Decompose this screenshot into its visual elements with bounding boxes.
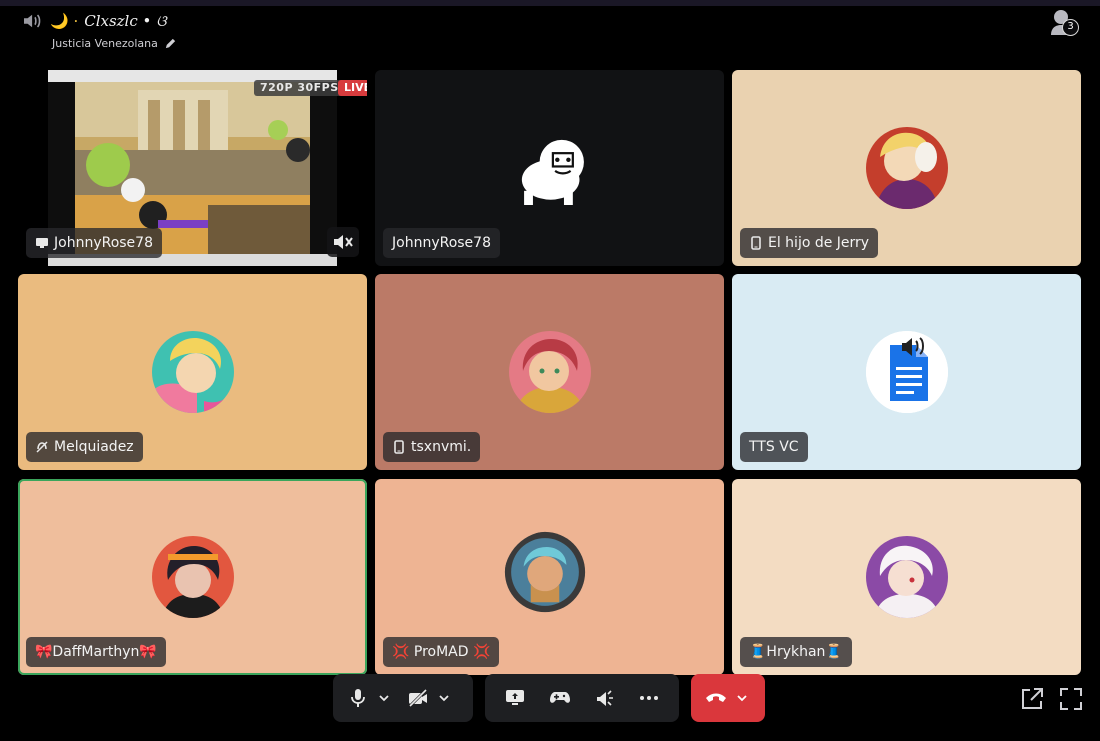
avatar-image	[151, 331, 234, 413]
share-screen-icon	[506, 690, 525, 705]
pencil-icon[interactable]	[164, 37, 177, 50]
activities-button[interactable]	[545, 683, 575, 713]
participant-name-text: 🎀DaffMarthyn🎀	[35, 644, 157, 660]
share-screen-button[interactable]	[500, 683, 530, 713]
participant-name: TTS VC	[740, 432, 808, 462]
participant-tile[interactable]: TTS VC	[732, 274, 1081, 470]
screen-share-icon	[36, 238, 48, 248]
participant-name: Melquiadez	[26, 432, 143, 462]
participant-name: 🧵Hrykhan🧵	[740, 637, 852, 667]
avatar	[508, 331, 591, 413]
participant-name-text: 🧵Hrykhan🧵	[749, 644, 843, 660]
chevron-down-icon	[737, 695, 747, 702]
chevron-down-icon	[439, 695, 449, 702]
participant-name-text: tsxnvmi.	[411, 439, 472, 455]
tts-document-icon	[865, 331, 948, 413]
participant-tile[interactable]: JohnnyRose78	[375, 70, 724, 266]
deafened-icon	[36, 441, 48, 453]
audio-video-controls	[333, 674, 473, 722]
participant-name-text: 💢 ProMAD 💢	[392, 644, 491, 660]
voice-header: 🌙 · 𝐶𝑙𝑥𝑠𝑧𝑙𝑐 • ଓ Justicia Venezolana 3	[0, 0, 1100, 62]
avatar	[513, 131, 587, 205]
participant-name-text: JohnnyRose78	[392, 235, 491, 251]
participant-tile[interactable]: 🎀DaffMarthyn🎀	[18, 479, 367, 675]
stream-tile[interactable]: 720P 30FPS LIVE JohnnyRose78	[18, 70, 367, 266]
hang-up-icon	[706, 693, 726, 702]
participant-name-text: Melquiadez	[54, 439, 134, 455]
channel-title: 🌙 · 𝐶𝑙𝑥𝑠𝑧𝑙𝑐 • ଓ	[50, 10, 166, 32]
participant-count-badge: 3	[1062, 19, 1079, 36]
speaker-icon[interactable]	[22, 12, 44, 30]
dog-avatar-image	[521, 139, 584, 205]
participant-name: JohnnyRose78	[383, 228, 500, 258]
channel-status-text: Justicia Venezolana	[52, 37, 158, 50]
chevron-down-icon	[379, 695, 389, 702]
avatar	[151, 331, 234, 413]
participant-name: El hijo de Jerry	[740, 228, 879, 258]
stream-quality-badge: 720P 30FPS	[254, 80, 345, 96]
channel-status[interactable]: Justicia Venezolana	[52, 37, 177, 50]
participant-name-text: El hijo de Jerry	[768, 235, 870, 251]
participant-name: JohnnyRose78	[26, 228, 162, 258]
channel-emoji: 🌙 ·	[50, 12, 79, 30]
avatar	[151, 536, 234, 618]
speaker-muted-icon	[334, 235, 353, 249]
stream-volume-button[interactable]	[327, 227, 359, 257]
more-dots-icon	[639, 696, 658, 700]
avatar-image	[151, 536, 234, 618]
activity-controls	[485, 674, 679, 722]
mobile-icon	[751, 236, 761, 250]
avatar	[504, 531, 596, 623]
camera-off-icon	[408, 688, 428, 708]
avatar-image	[504, 531, 585, 613]
end-call-button[interactable]	[691, 674, 765, 722]
participant-name-text: TTS VC	[749, 439, 799, 455]
channel-name: 𝐶𝑙𝑥𝑠𝑧𝑙𝑐 • ଓ	[84, 12, 167, 30]
avatar	[865, 127, 948, 209]
camera-button[interactable]	[403, 683, 433, 713]
avatar-image	[865, 536, 948, 618]
participant-tile[interactable]: Melquiadez	[18, 274, 367, 470]
participant-tile[interactable]: El hijo de Jerry	[732, 70, 1081, 266]
microphone-options-button[interactable]	[373, 683, 395, 713]
microphone-icon	[351, 689, 365, 707]
gamepad-icon	[549, 692, 570, 703]
fullscreen-icon[interactable]	[1058, 686, 1084, 712]
participant-tile[interactable]: 💢 ProMAD 💢	[375, 479, 724, 675]
microphone-button[interactable]	[343, 683, 373, 713]
participant-name: 💢 ProMAD 💢	[383, 637, 500, 667]
avatar-image	[508, 331, 591, 413]
avatar	[865, 536, 948, 618]
soundboard-button[interactable]	[589, 683, 619, 713]
soundboard-icon	[597, 690, 614, 706]
avatar	[865, 331, 948, 413]
camera-options-button[interactable]	[433, 683, 455, 713]
mobile-icon	[394, 440, 404, 454]
more-options-button[interactable]	[634, 683, 664, 713]
participant-tile[interactable]: 🧵Hrykhan🧵	[732, 479, 1081, 675]
disconnect-button[interactable]	[701, 683, 731, 713]
avatar-image	[865, 127, 948, 209]
participant-name: 🎀DaffMarthyn🎀	[26, 637, 166, 667]
pop-out-icon[interactable]	[1019, 686, 1045, 712]
participant-tile[interactable]: tsxnvmi.	[375, 274, 724, 470]
end-call-options-button[interactable]	[731, 683, 753, 713]
participant-name: tsxnvmi.	[383, 432, 481, 462]
participant-name-text: JohnnyRose78	[54, 235, 153, 251]
live-badge: LIVE	[338, 80, 367, 96]
